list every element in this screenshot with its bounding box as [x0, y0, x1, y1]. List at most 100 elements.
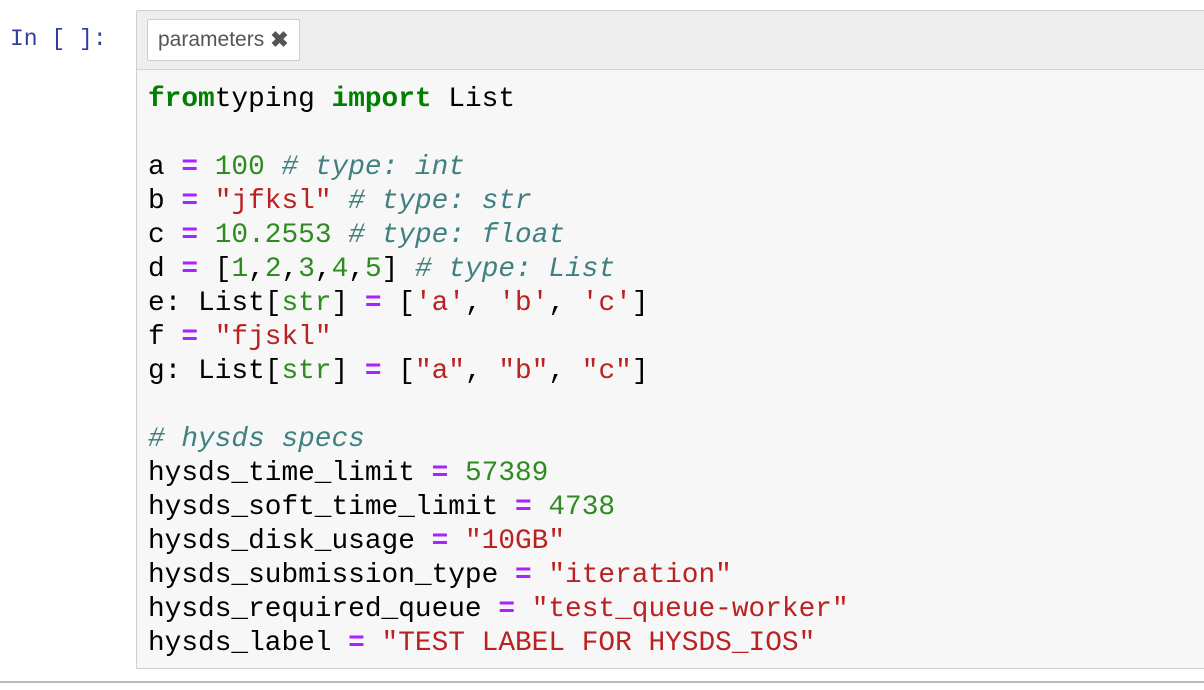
code-line: d = [1,2,3,4,5] # type: List	[148, 253, 849, 287]
code-line: a = 100 # type: int	[148, 151, 849, 185]
operator-token: =	[514, 560, 532, 591]
code-text-token: ,	[464, 356, 499, 387]
code-text-token: ,	[464, 288, 499, 319]
tag-parameters[interactable]: parameters ✖	[147, 19, 300, 61]
code-text-token: hysds_disk_usage	[148, 526, 432, 557]
code-text-token: e: List[	[148, 288, 282, 319]
code-line: hysds_disk_usage = "10GB"	[148, 525, 849, 559]
code-text-token: typing	[214, 84, 332, 115]
code-text-token: hysds_submission_type	[148, 560, 515, 591]
code-text-token: ,	[248, 254, 265, 285]
number-token: 3	[298, 254, 315, 285]
code-cell[interactable]: parameters ✖ fromtyping import List ​ a = …	[136, 10, 1204, 669]
number-token: 1	[231, 254, 249, 285]
number-token: 5	[364, 254, 382, 285]
code-text-token: hysds_time_limit	[148, 458, 432, 489]
cell-divider	[0, 681, 1204, 683]
number-token: 10.2553	[214, 220, 332, 251]
code-text-token: d	[148, 254, 182, 285]
code-text-token: hysds_soft_time_limit	[148, 492, 515, 523]
comment-token: # type: List	[415, 254, 616, 285]
comment-token: # type: int	[281, 152, 465, 183]
number-token: 100	[214, 152, 265, 183]
code-text-token: g: List[	[148, 356, 282, 387]
cell-tag-toolbar: parameters ✖	[137, 11, 1204, 70]
code-line: g: List[str] = ["a", "b", "c"]	[148, 355, 849, 389]
tag-label: parameters	[158, 28, 265, 51]
code-editor[interactable]: fromtyping import List ​ a = 100 # type: i…	[148, 83, 849, 661]
comment-token: # type: str	[348, 186, 532, 217]
comment-token: # type: float	[348, 220, 566, 251]
code-text-token: f	[148, 322, 182, 353]
code-text-token: hysds_required_queue	[148, 594, 499, 625]
keyword-token: import	[331, 84, 432, 115]
code-line: hysds_time_limit = 57389	[148, 457, 849, 491]
cell-prompt: In [ ]:	[10, 26, 107, 52]
number-token: 2	[264, 254, 282, 285]
operator-token: =	[181, 220, 199, 251]
string-token: "a"	[414, 356, 465, 387]
code-text-token: [	[198, 254, 232, 285]
string-token: "iteration"	[548, 560, 732, 591]
string-token: "c"	[581, 356, 632, 387]
string-token: "test_queue-worker"	[531, 594, 849, 625]
code-text-token: ,	[548, 356, 582, 387]
code-text-token: hysds_label	[148, 628, 349, 659]
code-line: # hysds specs	[148, 423, 849, 457]
code-text-token: ]	[631, 356, 649, 387]
code-line: hysds_label = "TEST LABEL FOR HYSDS_IOS"	[148, 627, 849, 661]
string-token: "10GB"	[464, 526, 566, 557]
code-line: hysds_soft_time_limit = 4738	[148, 491, 849, 525]
code-line: ​	[148, 389, 849, 423]
string-token: "b"	[498, 356, 549, 387]
code-text-token: ,	[548, 288, 582, 319]
operator-token: =	[431, 526, 449, 557]
code-text-token: ,	[314, 254, 332, 285]
builtin-token: str	[281, 356, 332, 387]
code-text-token: List	[431, 84, 516, 115]
remove-tag-icon[interactable]: ✖	[270, 27, 288, 53]
code-line: hysds_submission_type = "iteration"	[148, 559, 849, 593]
code-text-token: [	[381, 356, 415, 387]
code-text-token: [	[381, 288, 415, 319]
string-token: "jfksl"	[214, 186, 332, 217]
comment-token: # hysds specs	[148, 424, 365, 455]
operator-token: =	[181, 152, 199, 183]
code-line: c = 10.2553 # type: float	[148, 219, 849, 253]
code-text-token: b	[148, 186, 182, 217]
string-token: "TEST LABEL FOR HYSDS_IOS"	[381, 628, 816, 659]
operator-token: =	[181, 322, 199, 353]
number-token: 57389	[464, 458, 549, 489]
string-token: 'c'	[581, 288, 632, 319]
operator-token: =	[364, 356, 382, 387]
builtin-token: str	[281, 288, 332, 319]
code-text-token: ]	[331, 288, 365, 319]
operator-token: =	[364, 288, 382, 319]
operator-token: =	[181, 186, 199, 217]
code-line: hysds_required_queue = "test_queue-worke…	[148, 593, 849, 627]
operator-token: =	[181, 254, 199, 285]
string-token: 'a'	[414, 288, 465, 319]
operator-token: =	[348, 628, 365, 659]
operator-token: =	[431, 458, 449, 489]
code-text-token: ]	[381, 254, 415, 285]
keyword-token: from	[148, 84, 215, 115]
number-token: 4738	[548, 492, 616, 523]
code-text-token: a	[148, 152, 182, 183]
code-text-token: c	[148, 220, 182, 251]
operator-token: =	[498, 594, 515, 625]
string-token: "fjskl"	[214, 322, 332, 353]
code-text-token: ]	[331, 356, 365, 387]
